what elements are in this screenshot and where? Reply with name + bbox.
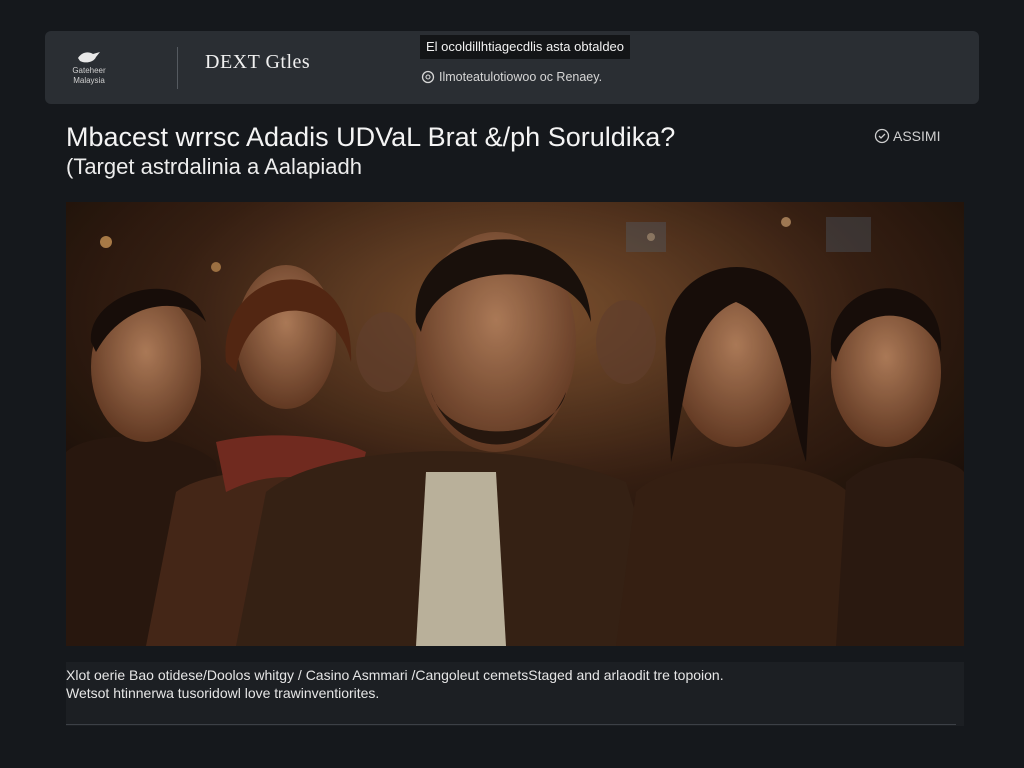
caption-line-2: Wetsot htinnerwa tusoridowl love trawinv… (66, 685, 380, 701)
image-caption: Xlot oerie Bao otidese/Doolos whitgy / C… (66, 662, 964, 726)
group-portrait-illustration (66, 202, 964, 646)
site-logo[interactable]: Gateheer Malaysia (65, 39, 113, 95)
article-headline: Mbacest wrrsc Adadis UDVaL Brat &/ph Sor… (66, 122, 676, 152)
top-navigation-bar: Gateheer Malaysia DEXT Gtles El ocoldill… (45, 31, 979, 104)
hero-image (66, 202, 964, 646)
bird-logo-icon (78, 52, 100, 63)
caption-line-1: Xlot oerie Bao otidese/Doolos whitgy / C… (66, 667, 724, 683)
header-divider (177, 47, 178, 89)
globe-icon (421, 70, 435, 84)
logo-text-line2: Malaysia (73, 76, 105, 85)
header-subline-text: Ilmoteatulotiowoo oc Renaey. (439, 70, 603, 84)
source-tag[interactable]: ASSIMI (874, 128, 940, 144)
article-subhead: (Target astrdalinia a Aalapiadh (66, 154, 362, 179)
section-divider (66, 724, 956, 725)
badge-icon (874, 128, 890, 144)
logo-text-line1: Gateheer (72, 66, 106, 75)
brand-name[interactable]: DEXT Gtles (205, 51, 310, 74)
source-tag-text: ASSIMI (893, 128, 941, 144)
header-notice: El ocoldillhtiagecdlis asta obtaldeo (420, 35, 631, 59)
header-subline[interactable]: Ilmoteatulotiowoo oc Renaey. (421, 70, 602, 84)
